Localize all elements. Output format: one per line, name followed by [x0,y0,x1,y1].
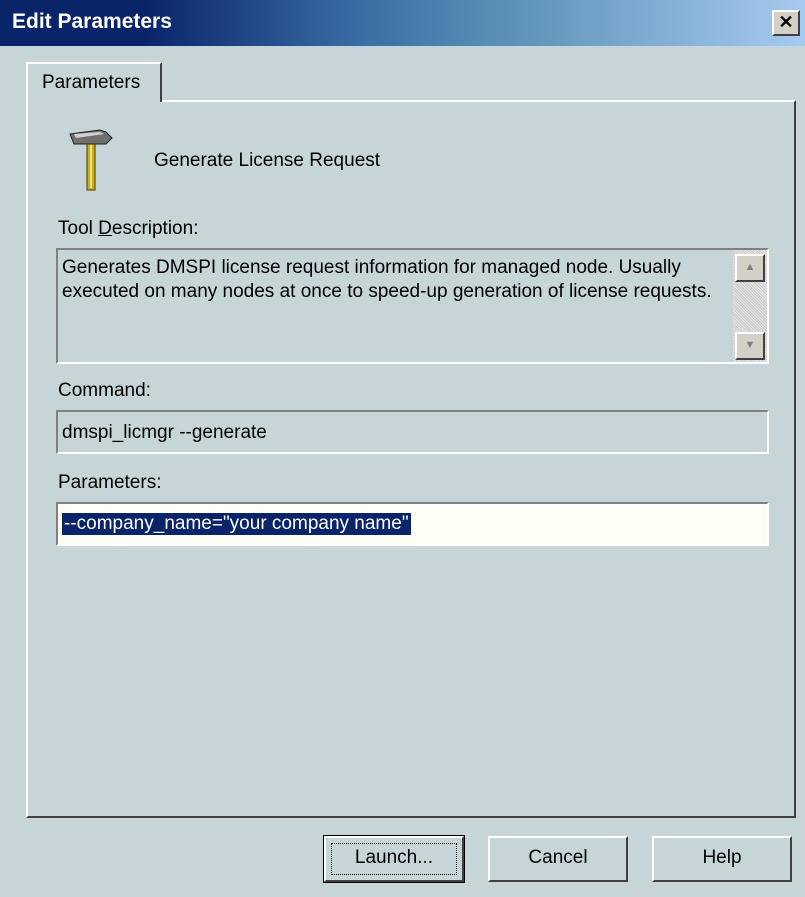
title-bar: Edit Parameters ✕ [0,0,805,46]
help-label: Help [702,847,742,868]
cancel-label: Cancel [528,847,588,868]
tab-parameters[interactable]: Parameters [26,62,162,102]
scroll-up-button[interactable]: ▲ [735,254,765,282]
cancel-button[interactable]: Cancel [488,836,628,882]
tab-label: Parameters [42,72,141,93]
parameters-input[interactable]: --company_name="your company name" [56,502,769,546]
command-field[interactable]: dmspi_licmgr --generate [56,410,769,454]
command-label: Command: [58,380,151,401]
close-icon: ✕ [778,12,794,32]
scroll-down-button[interactable]: ▼ [735,332,765,360]
focus-rect [331,843,457,875]
window-title: Edit Parameters [12,10,172,33]
parameters-value: --company_name="your company name" [62,513,411,535]
tab-panel [26,100,796,818]
tool-description-text: Generates DMSPI license request informat… [62,257,712,302]
command-value: dmspi_licmgr --generate [62,422,267,443]
hammer-icon [69,129,113,191]
tool-name: Generate License Request [154,150,381,171]
arrow-down-icon: ▼ [744,339,756,351]
parameters-label: Parameters: [58,472,162,493]
description-scrollbar[interactable]: ▲ ▼ [733,250,767,362]
launch-button[interactable]: Launch... [323,835,465,883]
arrow-up-icon: ▲ [744,261,756,273]
tool-description-field[interactable]: Generates DMSPI license request informat… [56,248,769,364]
close-button[interactable]: ✕ [772,10,800,36]
tool-description-label: Tool Description: [58,218,199,239]
help-button[interactable]: Help [652,836,792,882]
